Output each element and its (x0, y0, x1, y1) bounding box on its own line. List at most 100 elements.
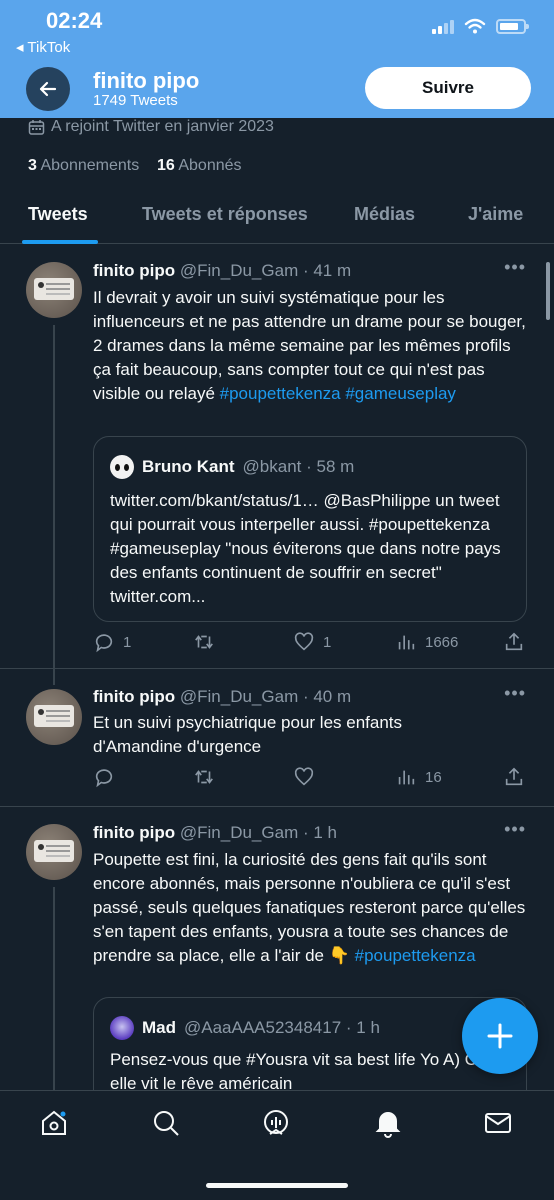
views-button[interactable]: 1666 (395, 631, 458, 653)
tweet-hashtags[interactable]: #poupettekenza #gameuseplay (220, 384, 456, 403)
tab-tweets-and-replies[interactable]: Tweets et réponses (142, 204, 308, 225)
followers-label: Abonnés (178, 157, 242, 174)
tweet-text: Il devrait y avoir un suivi systématique… (93, 286, 533, 406)
like-icon (294, 632, 314, 651)
spaces-icon (264, 1110, 288, 1135)
messages-icon (485, 1113, 511, 1133)
tweet-actions: 1 1 1666 (93, 631, 533, 655)
calendar-icon (28, 119, 45, 135)
home-indicator (206, 1183, 348, 1188)
nav-search[interactable] (148, 1105, 184, 1141)
nav-notifications[interactable] (370, 1105, 406, 1141)
followers-link[interactable]: 16 Abonnés (157, 157, 242, 174)
view-count: 1666 (425, 633, 459, 651)
like-button[interactable]: 1 (293, 631, 331, 653)
tab-likes[interactable]: J'aime (468, 204, 523, 225)
avatar[interactable] (26, 824, 82, 880)
quoted-author-name: Mad (142, 1018, 176, 1037)
status-icons (432, 18, 529, 34)
quoted-author-name: Bruno Kant (142, 457, 235, 476)
thread-line (53, 325, 55, 685)
retweet-icon (195, 770, 213, 784)
search-icon (154, 1111, 179, 1136)
tweet-author-name[interactable]: finito pipo (93, 687, 175, 706)
quoted-author-handle: @AaaAAA52348417 · 1 h (184, 1018, 380, 1037)
retweet-button[interactable] (193, 631, 215, 653)
nav-home[interactable] (36, 1105, 72, 1141)
back-to-app-link[interactable]: ◂ TikTok (16, 38, 70, 56)
quoted-avatar (110, 455, 134, 479)
reply-count: 1 (123, 633, 132, 651)
views-icon (398, 770, 415, 785)
thread-line (53, 887, 55, 1090)
cellular-signal-icon (432, 18, 454, 34)
like-button[interactable] (293, 766, 315, 788)
profile-banner: 02:24 ◂ TikTok finito pipo 1749 Tweets S… (0, 0, 554, 118)
followers-count: 16 (156, 157, 175, 174)
profile-tabs: Tweets Tweets et réponses Médias J'aime (0, 190, 554, 244)
tweet-author-handle: @Fin_Du_Gam · 1 h (179, 823, 337, 842)
share-icon (505, 767, 523, 786)
views-button[interactable]: 16 (395, 766, 442, 788)
reply-button[interactable] (93, 766, 115, 788)
share-button[interactable] (503, 631, 525, 653)
reply-icon (95, 769, 113, 788)
home-icon (42, 1110, 66, 1135)
like-icon (294, 767, 314, 786)
tweet-header: finito pipo @Fin_Du_Gam · 41 m (93, 261, 351, 281)
nav-messages[interactable] (480, 1105, 516, 1141)
quoted-avatar (110, 1016, 134, 1040)
reply-button[interactable]: 1 (93, 631, 131, 653)
more-options-icon[interactable]: ••• (504, 683, 526, 704)
quoted-tweet-text: Pensez-vous que #Yousra vit sa best life… (110, 1050, 492, 1090)
tweet-text: Et un suivi psychiatrique pour les enfan… (93, 713, 403, 756)
tweet[interactable]: finito pipo @Fin_Du_Gam · 40 m ••• Et un… (0, 669, 554, 809)
like-count: 1 (323, 633, 332, 651)
tab-media[interactable]: Médias (354, 204, 415, 225)
following-label: Abonnements (40, 157, 140, 174)
wifi-icon (464, 18, 486, 34)
joined-date: A rejoint Twitter en janvier 2023 (28, 118, 274, 136)
header-profile-name: finito pipo (93, 68, 200, 93)
tweet-author-name[interactable]: finito pipo (93, 823, 175, 842)
quoted-tweet[interactable]: Bruno Kant @bkant · 58 m twitter.com/bka… (93, 436, 527, 622)
quoted-tweet-text: twitter.com/bkant/status/1… @BasPhilippe… (110, 491, 501, 606)
more-options-icon[interactable]: ••• (504, 819, 526, 840)
quoted-tweet-header: Mad @AaaAAA52348417 · 1 h (110, 1016, 380, 1040)
active-tab-indicator (22, 240, 98, 244)
share-button[interactable] (503, 766, 525, 788)
tweet-author-handle: @Fin_Du_Gam · 40 m (179, 687, 352, 706)
tab-tweets[interactable]: Tweets (28, 204, 88, 225)
tweet-author-name[interactable]: finito pipo (93, 261, 175, 280)
compose-tweet-button[interactable] (462, 998, 538, 1074)
views-icon (398, 635, 415, 650)
avatar[interactable] (26, 689, 82, 745)
tweet-hashtags[interactable]: #poupettekenza (355, 946, 476, 965)
header-tweet-count: 1749 Tweets (93, 92, 178, 109)
notifications-icon (375, 1112, 401, 1138)
compose-icon (487, 1023, 513, 1049)
tweet-text: Poupette est fini, la curiosité des gens… (93, 848, 533, 968)
following-count: 3 (28, 157, 37, 174)
tweet-author-handle: @Fin_Du_Gam · 41 m (179, 261, 352, 280)
tweet-header: finito pipo @Fin_Du_Gam · 40 m (93, 687, 351, 707)
following-link[interactable]: 3 Abonnements (28, 157, 139, 174)
view-count: 16 (425, 768, 442, 786)
follow-stats: 3 Abonnements 16 Abonnés (28, 157, 242, 175)
back-button[interactable] (26, 67, 70, 111)
battery-icon (496, 18, 529, 34)
status-time: 02:24 (46, 8, 103, 33)
avatar[interactable] (26, 262, 82, 318)
reply-icon (95, 634, 113, 653)
share-icon (505, 632, 523, 651)
retweet-button[interactable] (193, 766, 215, 788)
quoted-tweet-header: Bruno Kant @bkant · 58 m (110, 455, 354, 479)
back-arrow-icon (39, 81, 57, 97)
retweet-icon (195, 635, 213, 649)
tweet-actions: 16 (93, 766, 533, 790)
quoted-author-handle: @bkant · 58 m (242, 457, 355, 476)
more-options-icon[interactable]: ••• (504, 257, 526, 278)
tweet-header: finito pipo @Fin_Du_Gam · 1 h (93, 823, 337, 843)
follow-button[interactable]: Suivre (365, 67, 531, 109)
nav-spaces[interactable] (258, 1105, 294, 1141)
